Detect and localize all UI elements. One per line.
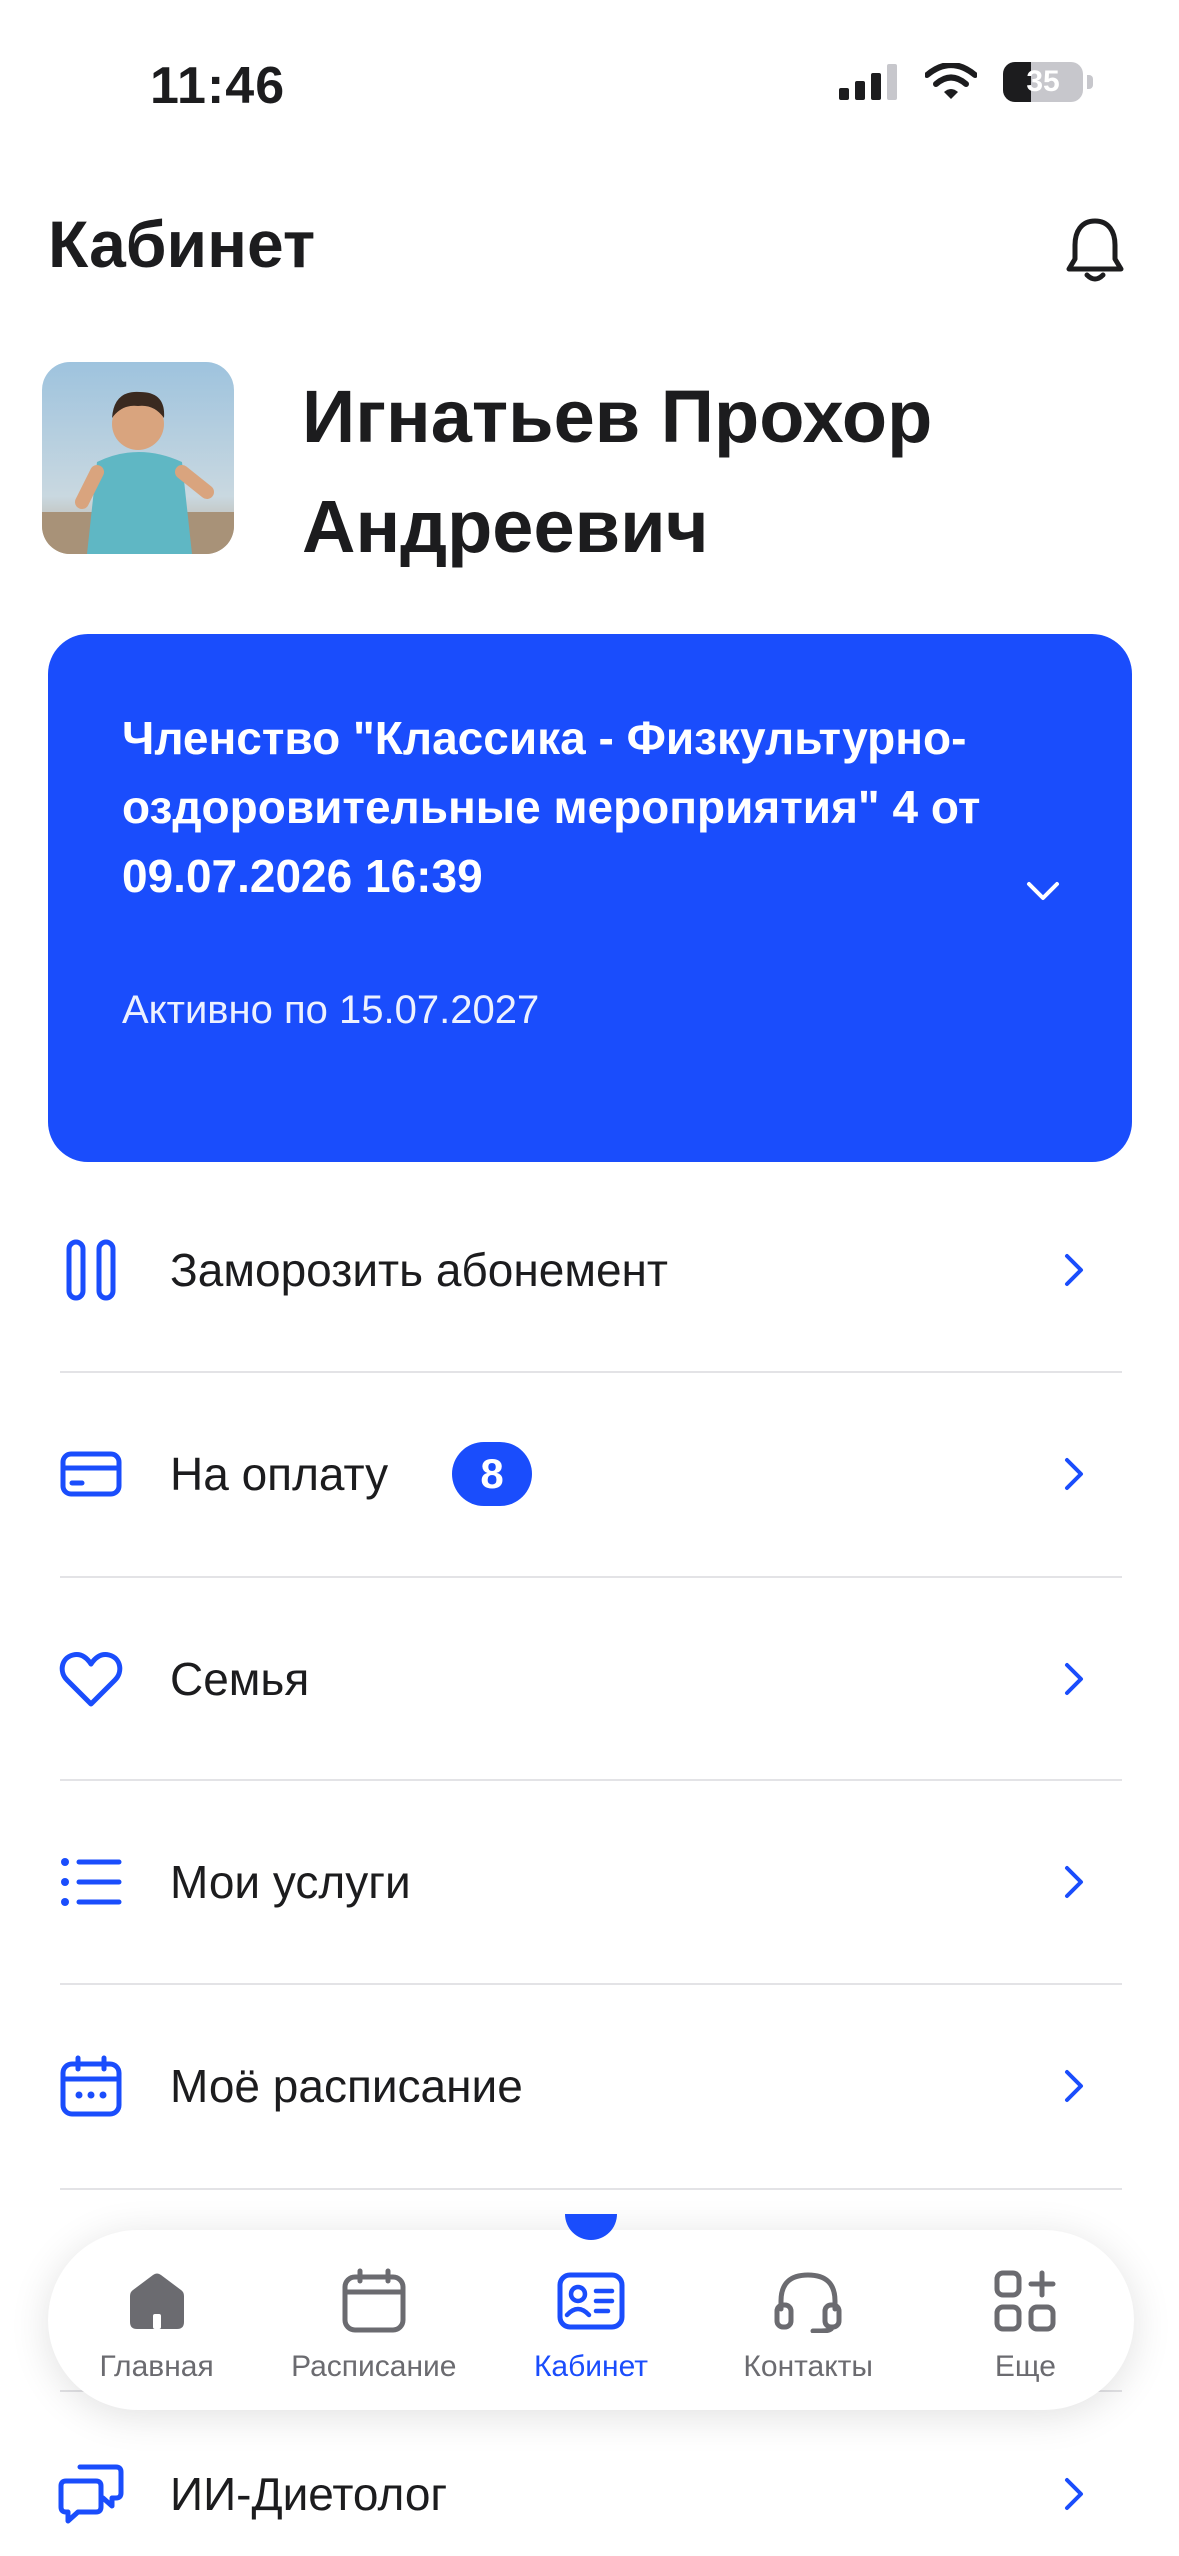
credit-card-icon: [56, 1439, 126, 1509]
expand-membership-button[interactable]: [1008, 856, 1078, 926]
notifications-button[interactable]: [1060, 210, 1130, 290]
pause-icon: [56, 1235, 126, 1305]
active-tab-indicator: [565, 2214, 617, 2240]
chevron-right-icon: [1054, 1444, 1094, 1504]
membership-status: Активно по 15.07.2027: [122, 988, 540, 1032]
bell-icon: [1066, 218, 1124, 282]
menu-item-label: Мои услуги: [170, 1856, 411, 1908]
membership-title: Членство "Классика - Физкультурно-оздоро…: [122, 712, 981, 902]
chevron-right-icon: [1054, 2464, 1094, 2524]
calendar-icon: [56, 2051, 126, 2121]
list-icon: [56, 1847, 126, 1917]
battery-icon: 35: [1003, 62, 1093, 102]
calendar-icon: [334, 2266, 414, 2336]
tab-contacts[interactable]: Контакты: [700, 2230, 917, 2410]
user-name: Игнатьев Прохор Андреевич: [302, 375, 933, 568]
membership-card[interactable]: Членство "Классика - Физкультурно-оздоро…: [48, 634, 1132, 1162]
status-time: 11:46: [150, 57, 286, 115]
menu-item-ai-dietitian[interactable]: ИИ-Диетолог: [0, 2392, 1179, 2556]
tab-label: Еще: [994, 2350, 1056, 2383]
chevron-right-icon: [1054, 1649, 1094, 1709]
chevron-right-icon: [1054, 2056, 1094, 2116]
tab-schedule[interactable]: Расписание: [265, 2230, 482, 2410]
home-icon: [117, 2266, 197, 2336]
headphones-icon: [768, 2266, 848, 2336]
menu-item-label: На оплату: [170, 1448, 389, 1500]
tab-label: Контакты: [743, 2350, 873, 2383]
menu-item-label: Моё расписание: [170, 2060, 523, 2112]
tab-label: Кабинет: [533, 2350, 649, 2383]
count-badge: 8: [452, 1442, 532, 1506]
tab-label: Главная: [99, 2350, 214, 2383]
page-title: Кабинет: [48, 207, 316, 281]
menu-item-label: Семья: [170, 1653, 310, 1705]
status-icons: 35: [839, 62, 1093, 102]
profile-card-icon: [551, 2266, 631, 2336]
tab-home[interactable]: Главная: [48, 2230, 265, 2410]
menu-item-my-services[interactable]: Мои услуги: [0, 1780, 1179, 1984]
battery-percent: 35: [1026, 65, 1060, 98]
menu-item-family[interactable]: Семья: [0, 1577, 1179, 1781]
menu-item-freeze-membership[interactable]: Заморозить абонемент: [0, 1168, 1179, 1372]
cellular-signal-icon: [839, 64, 897, 100]
avatar[interactable]: [42, 362, 234, 554]
chevron-down-icon: [1027, 882, 1059, 900]
tab-bar: Главная Расписание Кабинет Контакты Еще: [48, 2214, 1134, 2410]
chevron-right-icon: [1054, 1852, 1094, 1912]
tab-label: Расписание: [291, 2350, 457, 2383]
menu-item-my-schedule[interactable]: Моё расписание: [0, 1984, 1179, 2188]
status-bar: 11:46 35: [0, 0, 1179, 150]
menu-item-label: Заморозить абонемент: [170, 1244, 669, 1296]
menu-item-label: ИИ-Диетолог: [170, 2468, 448, 2520]
chevron-right-icon: [1054, 1240, 1094, 1300]
chat-bubbles-icon: [56, 2459, 126, 2529]
tab-more[interactable]: Еще: [917, 2230, 1134, 2410]
heart-icon: [56, 1644, 126, 1714]
tab-cabinet[interactable]: Кабинет: [482, 2214, 699, 2410]
menu-item-payment[interactable]: На оплату 8: [0, 1372, 1179, 1576]
grid-plus-icon: [985, 2266, 1065, 2336]
divider: [60, 2188, 1122, 2190]
wifi-icon: [925, 63, 977, 99]
